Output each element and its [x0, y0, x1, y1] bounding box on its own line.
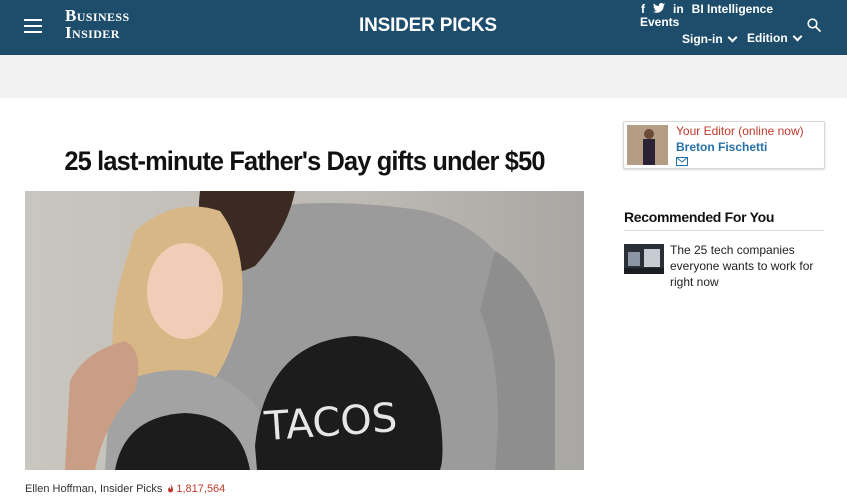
edition-label: Edition: [747, 31, 788, 45]
edition-button[interactable]: Edition: [747, 31, 803, 45]
chevron-down-icon: [792, 31, 803, 41]
hero-image: TACOS: [25, 191, 584, 470]
recommended-thumbnail[interactable]: [624, 244, 664, 274]
ad-banner-area: [0, 55, 847, 98]
hero-shirt-text: TACOS: [262, 395, 399, 450]
editor-avatar: [627, 125, 668, 165]
recommended-heading: Recommended For You: [624, 209, 775, 225]
chevron-down-icon: [727, 32, 738, 42]
flame-icon: [168, 484, 174, 493]
editor-title: Your Editor (online now): [676, 124, 804, 138]
linkedin-icon[interactable]: in: [673, 2, 684, 16]
social-links: f in BI Intelligence: [641, 2, 773, 16]
author-name[interactable]: Ellen Hoffman, Insider Picks: [25, 483, 162, 495]
recommended-item[interactable]: The 25 tech companies everyone wants to …: [624, 242, 824, 290]
bi-intelligence-link[interactable]: BI Intelligence: [692, 2, 773, 16]
article-headline: 25 last-minute Father's Day gifts under …: [64, 146, 545, 176]
editor-card[interactable]: Your Editor (online now) Breton Fischett…: [623, 121, 825, 169]
section-title[interactable]: INSIDER PICKS: [359, 15, 497, 37]
site-header: Business Insider INSIDER PICKS f in BI I…: [0, 0, 847, 55]
events-link[interactable]: Events: [640, 15, 679, 29]
view-count-value: 1,817,564: [176, 483, 226, 495]
signin-label: Sign-in: [682, 32, 723, 46]
recommended-item-title[interactable]: The 25 tech companies everyone wants to …: [670, 242, 824, 290]
twitter-icon[interactable]: [653, 2, 665, 16]
editor-name[interactable]: Breton Fischetti: [676, 140, 767, 154]
site-logo[interactable]: Business Insider: [65, 7, 130, 41]
article-byline: Ellen Hoffman, Insider Picks 1,817,564: [25, 483, 225, 495]
mail-icon[interactable]: [676, 157, 688, 166]
menu-icon[interactable]: [24, 19, 42, 33]
divider: [624, 230, 824, 231]
view-count: 1,817,564: [167, 483, 225, 495]
facebook-icon[interactable]: f: [641, 2, 645, 16]
signin-button[interactable]: Sign-in: [682, 32, 738, 46]
search-icon[interactable]: [807, 18, 821, 32]
